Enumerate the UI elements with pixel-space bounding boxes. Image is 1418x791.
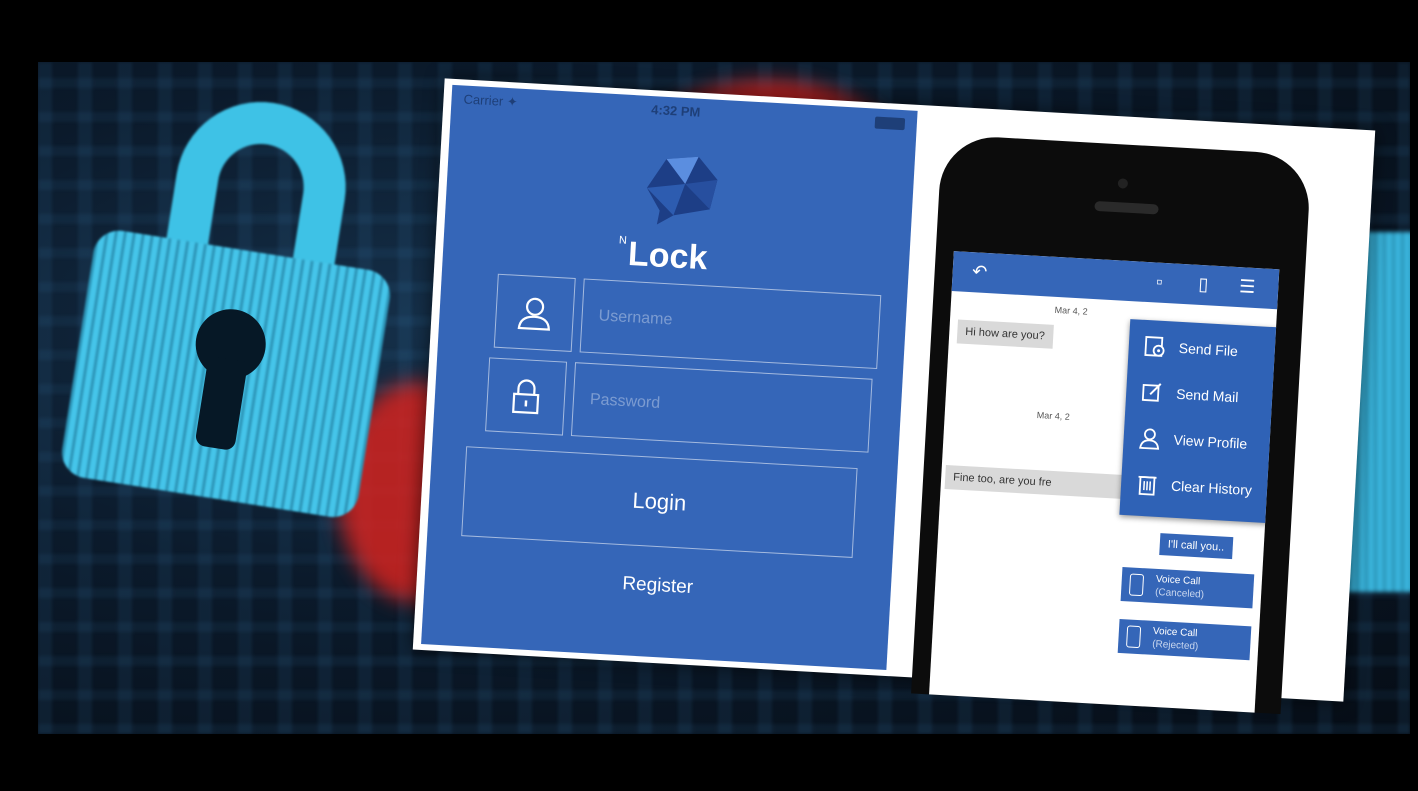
menu-item-label: View Profile xyxy=(1173,431,1248,452)
battery-icon xyxy=(874,116,906,131)
trash-icon xyxy=(1138,475,1157,496)
voice-call-bubble: Voice Call (Rejected) xyxy=(1117,618,1252,661)
brand-prefix: N xyxy=(618,234,628,247)
lock-icon xyxy=(512,379,540,415)
padlock-background-icon xyxy=(55,79,447,545)
camera-icon xyxy=(1117,178,1129,189)
phone-icon xyxy=(1128,573,1145,597)
send-file-icon xyxy=(1144,336,1165,357)
username-input[interactable] xyxy=(579,278,882,370)
login-screen: Carrier ✦ 4:32 PM NLock Username Login R… xyxy=(421,84,918,671)
message-date: Mar 4, 2 xyxy=(1054,304,1088,317)
password-icon-box xyxy=(485,357,568,436)
outgoing-message: I'll call you.. xyxy=(1159,533,1233,560)
brand-logo-text: NLock xyxy=(617,234,709,278)
user-icon xyxy=(1139,428,1160,450)
app-screenshot-card: Carrier ✦ 4:32 PM NLock Username Login R… xyxy=(412,78,1376,715)
clock: 4:32 PM xyxy=(650,102,701,120)
voice-call-bubble: Voice Call (Canceled) xyxy=(1120,567,1255,609)
menu-item-label: Clear History xyxy=(1170,477,1253,499)
incoming-message: Hi how are you? xyxy=(956,319,1054,349)
chat-bubble-logo-icon xyxy=(646,156,718,225)
chat-screen: ↶ ▫ ▯ ☰ Mar 4, 2 Hi how are you? Mar 4, … xyxy=(929,251,1280,713)
back-icon[interactable]: ↶ xyxy=(968,260,991,283)
carrier-label: Carrier ✦ xyxy=(463,91,519,110)
phone-icon xyxy=(1125,625,1142,649)
message-date: Mar 4, 2 xyxy=(1036,410,1071,422)
chat-navbar: ↶ ▫ ▯ ☰ xyxy=(951,251,1280,310)
iphone-device: ↶ ▫ ▯ ☰ Mar 4, 2 Hi how are you? Mar 4, … xyxy=(911,134,1312,715)
speaker-grille xyxy=(1094,200,1159,215)
user-icon xyxy=(517,297,550,331)
menu-item-label: Send File xyxy=(1178,339,1239,360)
phone-icon[interactable]: ▯ xyxy=(1192,273,1215,296)
password-input[interactable] xyxy=(570,362,873,453)
register-link[interactable]: Register xyxy=(424,562,891,610)
edit-icon xyxy=(1141,383,1162,402)
chat-options-menu: Send File Send Mail View Profile Clear H… xyxy=(1119,319,1280,525)
menu-item-clear-history[interactable]: Clear History xyxy=(1120,461,1280,516)
menu-item-label: Send Mail xyxy=(1175,385,1239,406)
menu-icon[interactable]: ☰ xyxy=(1236,275,1259,298)
username-icon-box xyxy=(493,273,576,352)
login-button[interactable]: Login xyxy=(461,446,858,558)
brand-name: Lock xyxy=(627,234,709,278)
lock-icon[interactable]: ▫ xyxy=(1148,270,1171,293)
